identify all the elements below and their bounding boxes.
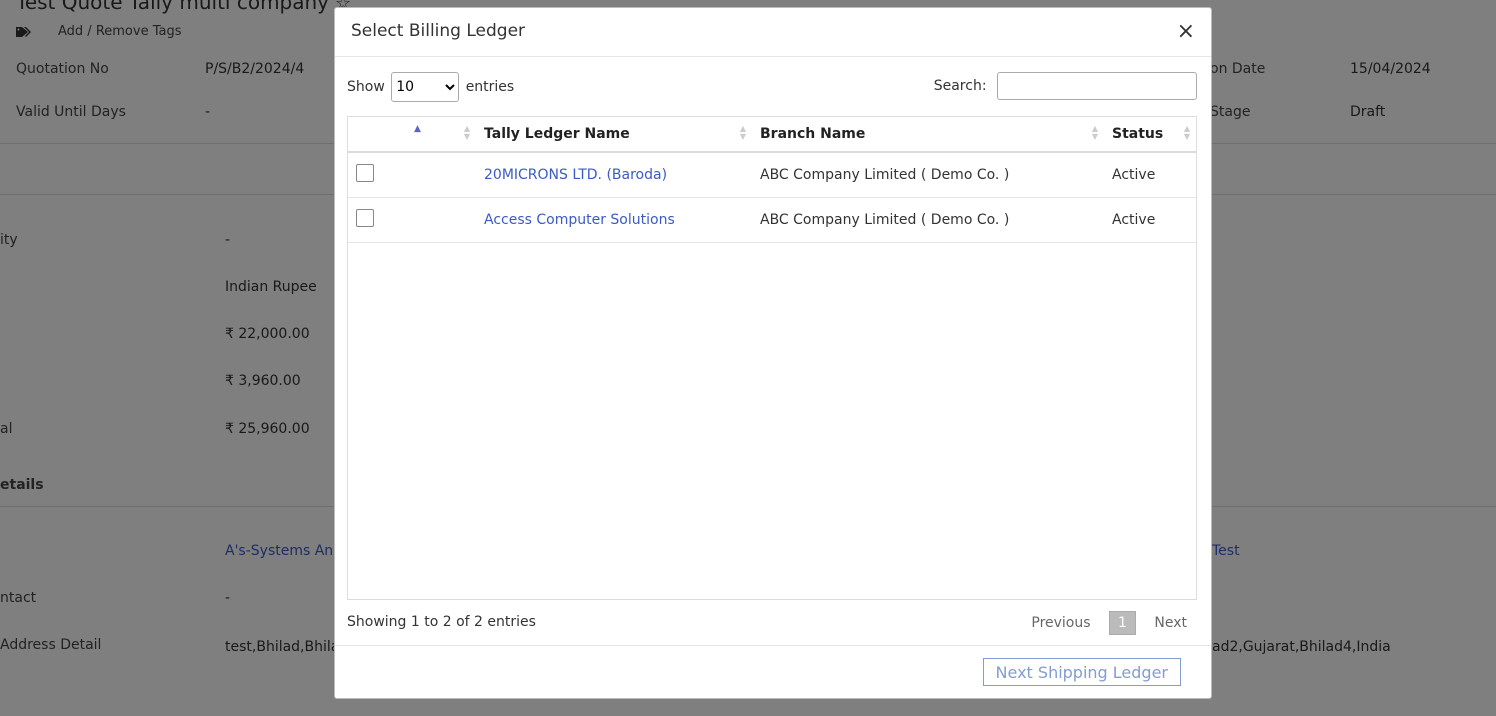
ledger-table: ▲ ▲ ▼ Tally Ledger Name ▲ ▼ Branch Name ▲ ▼ <box>348 117 1196 243</box>
previous-page-button[interactable]: Previous <box>1021 612 1100 634</box>
page-number-button[interactable]: 1 <box>1109 611 1136 635</box>
row-checkbox-cell <box>348 197 476 243</box>
search-input[interactable] <box>997 72 1197 100</box>
ledger-table-container: ▲ ▲ ▼ Tally Ledger Name ▲ ▼ Branch Name ▲ ▼ <box>347 116 1197 600</box>
select-billing-ledger-modal: Select Billing Ledger × Show 10 entries … <box>334 7 1212 699</box>
column-header-ledger-name[interactable]: Tally Ledger Name ▲ ▼ <box>476 117 752 153</box>
sort-icon: ▲ ▼ <box>1183 124 1190 141</box>
next-page-button[interactable]: Next <box>1144 612 1197 634</box>
modal-title: Select Billing Ledger <box>351 21 526 41</box>
column-header-status[interactable]: Status ▲ ▼ <box>1104 117 1196 153</box>
sort-icon: ▲ ▼ <box>463 124 470 141</box>
table-header-row: ▲ ▲ ▼ Tally Ledger Name ▲ ▼ Branch Name ▲ ▼ <box>348 117 1196 153</box>
table-controls: Show 10 entries Search: <box>347 70 1197 104</box>
ledger-name-cell: 20MICRONS LTD. (Baroda) <box>476 152 752 198</box>
ledger-name-link[interactable]: 20MICRONS LTD. (Baroda) <box>484 167 667 183</box>
modal-header: Select Billing Ledger × <box>335 8 1211 57</box>
row-checkbox[interactable] <box>356 164 374 182</box>
modal-body: Show 10 entries Search: ▲ ▲ ▼ Tally Ledg… <box>347 70 1197 635</box>
sort-icon: ▲ ▼ <box>739 124 746 141</box>
sort-asc-icon: ▲ <box>414 124 421 134</box>
table-row: 20MICRONS LTD. (Baroda) ABC Company Limi… <box>348 152 1196 198</box>
table-row: Access Computer Solutions ABC Company Li… <box>348 197 1196 243</box>
entries-length-select[interactable]: 10 <box>391 72 460 102</box>
ledger-name-link[interactable]: Access Computer Solutions <box>484 212 675 228</box>
search-label: Search: <box>933 78 987 94</box>
ledger-name-cell: Access Computer Solutions <box>476 197 752 243</box>
row-checkbox[interactable] <box>356 209 374 227</box>
column-header-select[interactable]: ▲ ▲ ▼ <box>348 117 476 153</box>
close-icon[interactable]: × <box>1177 20 1195 44</box>
row-checkbox-cell <box>348 152 476 198</box>
next-shipping-ledger-button[interactable]: Next Shipping Ledger <box>982 658 1181 686</box>
table-info: Showing 1 to 2 of 2 entries <box>347 614 536 630</box>
column-header-branch-name[interactable]: Branch Name ▲ ▼ <box>752 117 1104 153</box>
modal-footer: Next Shipping Ledger <box>335 645 1211 698</box>
entries-length: Show 10 entries <box>347 72 514 102</box>
search-box: Search: <box>934 72 1197 100</box>
entries-label: entries <box>465 79 515 95</box>
status-cell: Active <box>1104 152 1196 198</box>
branch-name-cell: ABC Company Limited ( Demo Co. ) <box>752 197 1104 243</box>
show-label: Show <box>347 79 385 95</box>
status-cell: Active <box>1104 197 1196 243</box>
pagination: Previous 1 Next <box>1021 611 1197 635</box>
branch-name-cell: ABC Company Limited ( Demo Co. ) <box>752 152 1104 198</box>
sort-icon: ▲ ▼ <box>1091 124 1098 141</box>
